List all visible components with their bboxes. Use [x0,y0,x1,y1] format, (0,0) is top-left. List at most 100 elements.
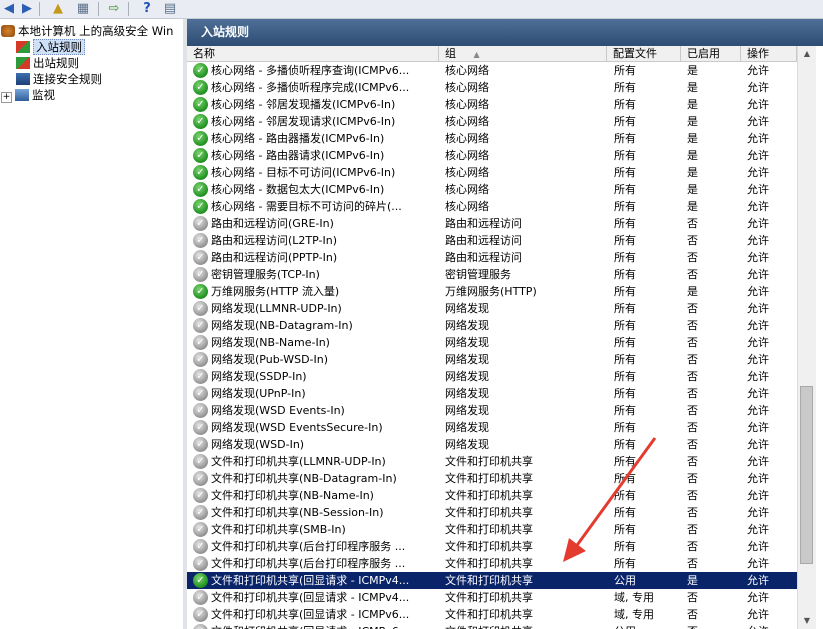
rule-action: 允许 [747,608,769,621]
rule-enabled: 否 [687,217,698,230]
column-header-enabled[interactable]: 已启用 [681,46,741,61]
table-row[interactable]: ✓ 文件和打印机共享(回显请求 - ICMPv4... 文件和打印机共享 域, 专用 否… [187,589,797,606]
table-row[interactable]: ✓ 文件和打印机共享(NB-Datagram-In) 文件和打印机共享 所有 否 允许 [187,470,797,487]
table-row[interactable]: ✓ 文件和打印机共享(SMB-In) 文件和打印机共享 所有 否 允许 [187,521,797,538]
rule-profile: 所有 [614,387,636,400]
column-header-action[interactable]: 操作 [741,46,797,61]
table-row[interactable]: ✓ 核心网络 - 路由器请求(ICMPv6-In) 核心网络 所有 是 允许 [187,147,797,164]
rule-enabled: 否 [687,472,698,485]
table-row[interactable]: ✓ 文件和打印机共享(后台打印程序服务 ... 文件和打印机共享 所有 否 允许 [187,538,797,555]
table-row[interactable]: ✓ 核心网络 - 多播侦听程序完成(ICMPv6... 核心网络 所有 是 允许 [187,79,797,96]
rule-disabled-icon: ✓ [193,471,208,486]
toolbar-separator [39,2,40,16]
show-hide-tree-icon[interactable]: ▦ [75,1,91,17]
table-row[interactable]: ✓ 网络发现(WSD-In) 网络发现 所有 否 允许 [187,436,797,453]
rule-group: 文件和打印机共享 [445,523,533,536]
table-row[interactable]: ✓ 网络发现(NB-Name-In) 网络发现 所有 否 允许 [187,334,797,351]
rule-disabled-icon: ✓ [193,590,208,605]
rule-group: 万维网服务(HTTP) [445,285,537,298]
up-folder-icon[interactable]: ▲ [50,1,66,17]
table-row[interactable]: ✓ 文件和打印机共享(NB-Name-In) 文件和打印机共享 所有 否 允许 [187,487,797,504]
rule-disabled-icon: ✓ [193,318,208,333]
rule-profile: 域, 专用 [614,608,654,621]
table-row[interactable]: ✓ 网络发现(SSDP-In) 网络发现 所有 否 允许 [187,368,797,385]
table-row[interactable]: ✓ 网络发现(WSD EventsSecure-In) 网络发现 所有 否 允许 [187,419,797,436]
rule-profile: 所有 [614,302,636,315]
rule-profile: 所有 [614,64,636,77]
rule-action: 允许 [747,336,769,349]
table-row[interactable]: ✓ 核心网络 - 需要目标不可访问的碎片(... 核心网络 所有 是 允许 [187,198,797,215]
rule-enabled-icon: ✓ [193,182,208,197]
rule-group: 网络发现 [445,421,489,434]
back-icon[interactable]: ◀ [1,1,17,17]
scroll-down-icon[interactable]: ▼ [798,613,816,629]
table-row[interactable]: ✓ 密钥管理服务(TCP-In) 密钥管理服务 所有 否 允许 [187,266,797,283]
rule-name: 核心网络 - 数据包太大(ICMPv6-In) [211,183,385,196]
rule-enabled: 否 [687,557,698,570]
rule-group: 核心网络 [445,149,489,162]
rule-name: 核心网络 - 路由器请求(ICMPv6-In) [211,149,385,162]
table-row[interactable]: ✓ 路由和远程访问(PPTP-In) 路由和远程访问 所有 否 允许 [187,249,797,266]
tree-item-outbound[interactable]: 出站规则 [16,55,79,71]
table-row[interactable]: ✓ 文件和打印机共享(回显请求 - ICMPv4... 文件和打印机共享 公用 是 允许 [187,572,797,589]
table-row[interactable]: ✓ 网络发现(UPnP-In) 网络发现 所有 否 允许 [187,385,797,402]
rule-group: 文件和打印机共享 [445,623,605,629]
scroll-up-icon[interactable]: ▲ [798,46,816,62]
table-row[interactable]: ✓ 文件和打印机共享(NB-Session-In) 文件和打印机共享 所有 否 允许 [187,504,797,521]
rule-profile: 所有 [614,336,636,349]
forward-icon[interactable]: ▶ [19,1,35,17]
sort-ascending-icon: ▲ [473,50,480,59]
tree-root[interactable]: 本地计算机 上的高级安全 Win [1,23,173,39]
table-row[interactable]: ✓ 核心网络 - 邻居发现请求(ICMPv6-In) 核心网络 所有 是 允许 [187,113,797,130]
table-row[interactable]: ✓ 核心网络 - 路由器播发(ICMPv6-In) 核心网络 所有 是 允许 [187,130,797,147]
rule-profile: 所有 [614,489,636,502]
rule-enabled: 否 [687,268,698,281]
properties-icon[interactable]: ▤ [162,1,178,17]
rule-name: 网络发现(LLMNR-UDP-In) [211,302,342,315]
rule-action: 允许 [747,200,769,213]
rule-group: 文件和打印机共享 [445,506,533,519]
expand-plus-icon[interactable]: + [1,92,12,103]
table-row[interactable]: ✓ 路由和远程访问(GRE-In) 路由和远程访问 所有 否 允许 [187,215,797,232]
rule-action: 允许 [747,149,769,162]
rule-disabled-icon: ✓ [193,216,208,231]
table-row[interactable]: ✓ 路由和远程访问(L2TP-In) 路由和远程访问 所有 否 允许 [187,232,797,249]
table-row[interactable]: ✓ 文件和打印机共享(LLMNR-UDP-In) 文件和打印机共享 所有 否 允许 [187,453,797,470]
tree-item-monitor[interactable]: + 监视 [1,87,55,103]
table-row[interactable]: ✓ 文件和打印机共享(回显请求 - ICMPv6... 文件和打印机共享 域, 专用 否… [187,606,797,623]
rule-disabled-icon: ✓ [193,301,208,316]
rule-action: 允许 [747,455,769,468]
rule-group: 网络发现 [445,302,489,315]
table-row[interactable]: ✓ 网络发现(WSD Events-In) 网络发现 所有 否 允许 [187,402,797,419]
rule-profile: 所有 [614,217,636,230]
column-header-group[interactable]: 组 ▲ [439,46,607,61]
help-icon[interactable]: ? [139,1,155,17]
table-row[interactable]: ✓ 网络发现(Pub-WSD-In) 网络发现 所有 否 允许 [187,351,797,368]
rule-enabled-icon: ✓ [193,114,208,129]
table-row[interactable]: ✓ 文件和打印机共享(后台打印程序服务 ... 文件和打印机共享 所有 否 允许 [187,555,797,572]
table-row[interactable]: ✓ 万维网服务(HTTP 流入量) 万维网服务(HTTP) 所有 是 允许 [187,283,797,300]
tree-item-inbound[interactable]: 入站规则 [16,39,85,55]
rule-group: 核心网络 [445,183,489,196]
rule-enabled: 是 [687,64,698,77]
rule-group: 核心网络 [445,98,489,111]
scrollbar-thumb[interactable] [800,386,813,564]
rule-enabled: 否 [687,608,698,621]
table-row[interactable]: ✓ 核心网络 - 数据包太大(ICMPv6-In) 核心网络 所有 是 允许 [187,181,797,198]
table-row[interactable]: ✓ 核心网络 - 目标不可访问(ICMPv6-In) 核心网络 所有 是 允许 [187,164,797,181]
vertical-scrollbar[interactable]: ▲ ▼ [797,46,816,629]
export-list-icon[interactable]: ⇨ [106,1,122,17]
table-row[interactable]: ✓文件和打印机共享(回显请求 - ICMPv6... 文件和打印机共享 公用 否 允许 [187,623,797,629]
table-row[interactable]: ✓ 核心网络 - 邻居发现播发(ICMPv6-In) 核心网络 所有 是 允许 [187,96,797,113]
table-row[interactable]: ✓ 核心网络 - 多播侦听程序查询(ICMPv6... 核心网络 所有 是 允许 [187,62,797,79]
table-row[interactable]: ✓ 网络发现(NB-Datagram-In) 网络发现 所有 否 允许 [187,317,797,334]
rule-disabled-icon: ✓ [193,250,208,265]
rule-group: 网络发现 [445,387,489,400]
column-header-profile[interactable]: 配置文件 [607,46,681,61]
rule-enabled: 否 [687,387,698,400]
rule-enabled: 是 [687,166,698,179]
tree-item-connection-security[interactable]: 连接安全规则 [16,71,102,87]
column-header-name[interactable]: 名称 [187,46,439,61]
table-row[interactable]: ✓ 网络发现(LLMNR-UDP-In) 网络发现 所有 否 允许 [187,300,797,317]
rule-name: 网络发现(Pub-WSD-In) [211,353,329,366]
